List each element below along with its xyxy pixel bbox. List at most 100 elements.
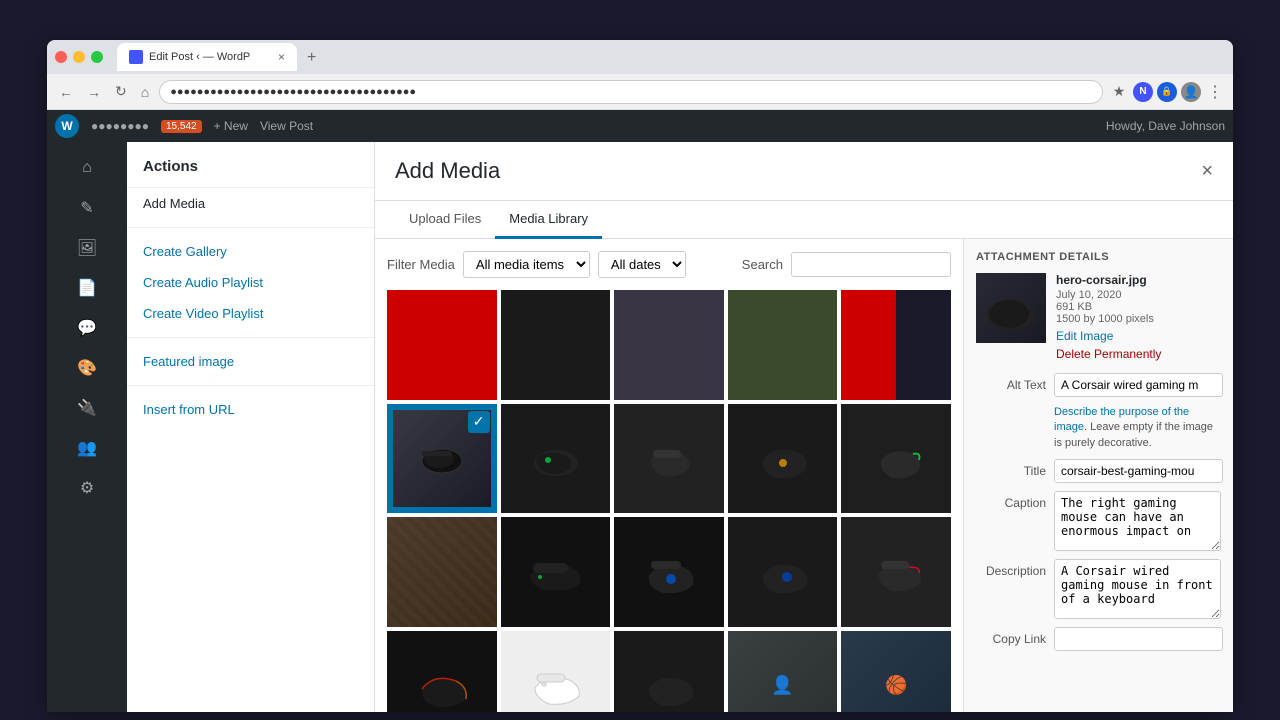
action-divider-2 (127, 337, 374, 338)
media-item[interactable] (614, 631, 724, 712)
caption-label: Caption (976, 491, 1046, 510)
media-item[interactable] (387, 517, 497, 627)
refresh-button[interactable]: ↻ (111, 81, 131, 102)
wp-logo[interactable]: W (55, 114, 79, 138)
placeholder-1 (387, 290, 497, 400)
comments-count[interactable]: 15,542 (161, 120, 202, 133)
media-item[interactable] (728, 404, 838, 514)
new-tab-button[interactable]: + (299, 45, 324, 71)
media-item[interactable] (387, 631, 497, 712)
wp-bar-right: Howdy, Dave Johnson (1106, 119, 1225, 133)
new-post-button[interactable]: + New (214, 119, 248, 133)
actions-title: Actions (127, 158, 374, 188)
bitwarden-icon[interactable]: 🔒 (1157, 82, 1177, 102)
media-item[interactable] (501, 631, 611, 712)
address-bar[interactable] (159, 80, 1103, 104)
caption-row: Caption The right gaming mouse can have … (976, 491, 1221, 551)
media-grid: ✓ (387, 290, 951, 712)
featured-image-link[interactable]: Featured image (127, 346, 374, 377)
placeholder-2 (501, 290, 611, 400)
alt-text-row: Alt Text (976, 373, 1221, 397)
selected-checkmark: ✓ (468, 411, 490, 433)
media-item[interactable] (614, 404, 724, 514)
media-item[interactable] (728, 517, 838, 627)
media-item[interactable] (614, 290, 724, 400)
modal-container: Actions Add Media Create Gallery Create … (127, 142, 1233, 712)
media-item[interactable] (501, 517, 611, 627)
description-row: Description A Corsair wired gaming mouse… (976, 559, 1221, 619)
sidebar-icon-dashboard[interactable]: ⌂ (69, 150, 105, 186)
maximize-window-button[interactable] (91, 51, 103, 63)
user-icon[interactable]: 👤 (1181, 82, 1201, 102)
home-button[interactable]: ⌂ (137, 82, 153, 102)
caption-textarea[interactable]: The right gaming mouse can have an enorm… (1054, 491, 1221, 551)
modal-close-button[interactable]: × (1201, 160, 1213, 183)
att-filename: hero-corsair.jpg (1056, 273, 1221, 287)
modal-header: Add Media × (375, 142, 1233, 201)
alt-text-input[interactable] (1054, 373, 1223, 397)
sidebar-icon-settings[interactable]: ⚙ (69, 470, 105, 506)
media-item[interactable] (387, 290, 497, 400)
tab-upload-files[interactable]: Upload Files (395, 201, 495, 239)
media-item[interactable] (501, 290, 611, 400)
create-gallery-link[interactable]: Create Gallery (127, 236, 374, 267)
sidebar-icon-plugins[interactable]: 🔌 (69, 390, 105, 426)
create-video-playlist-link[interactable]: Create Video Playlist (127, 298, 374, 329)
sidebar-icon-pages[interactable]: 📄 (69, 270, 105, 306)
copy-link-label: Copy Link (976, 627, 1046, 646)
menu-icon[interactable]: ⋮ (1205, 82, 1225, 102)
delete-permanently-link[interactable]: Delete Permanently (1056, 347, 1221, 361)
media-item[interactable] (841, 404, 951, 514)
sidebar-icon-users[interactable]: 👥 (69, 430, 105, 466)
wp-sidebar: ⌂ ✎ 🖼 📄 💬 🎨 🔌 👥 ⚙ (47, 142, 127, 712)
back-button[interactable]: ← (55, 82, 77, 102)
title-input[interactable] (1054, 459, 1223, 483)
minimize-window-button[interactable] (73, 51, 85, 63)
add-media-link[interactable]: Add Media (127, 188, 374, 219)
media-grid-area[interactable]: Filter Media All media items All dates S… (375, 239, 963, 712)
tab-close-button[interactable]: × (278, 50, 285, 64)
extensions-icon[interactable]: N (1133, 82, 1153, 102)
media-item-selected[interactable]: ✓ (387, 404, 497, 514)
media-type-filter[interactable]: All media items (463, 251, 590, 278)
date-filter[interactable]: All dates (598, 251, 686, 278)
modal-title: Add Media (395, 158, 500, 184)
attachment-details-panel: ATTACHMENT DETAILS (963, 239, 1233, 712)
sidebar-icon-comments[interactable]: 💬 (69, 310, 105, 346)
add-media-modal: Add Media × Upload Files Media Library (375, 142, 1233, 712)
media-item[interactable] (614, 517, 724, 627)
sidebar-icon-posts[interactable]: ✎ (69, 190, 105, 226)
media-item[interactable] (501, 404, 611, 514)
forward-button[interactable]: → (83, 82, 105, 102)
description-textarea[interactable]: A Corsair wired gaming mouse in front of… (1054, 559, 1221, 619)
media-item[interactable]: 🏀 (841, 631, 951, 712)
bookmark-icon[interactable]: ★ (1109, 82, 1129, 102)
media-item[interactable] (841, 517, 951, 627)
tab-favicon (129, 50, 143, 64)
action-divider-1 (127, 227, 374, 228)
copy-link-input[interactable] (1054, 627, 1223, 651)
browser-tab-active[interactable]: Edit Post ‹ — WordP × (117, 43, 297, 71)
insert-from-url-link[interactable]: Insert from URL (127, 394, 374, 425)
view-post-link[interactable]: View Post (260, 119, 313, 133)
media-item[interactable]: 👤 (728, 631, 838, 712)
close-window-button[interactable] (55, 51, 67, 63)
main-area: Actions Add Media Create Gallery Create … (127, 142, 1233, 712)
search-input[interactable] (791, 252, 951, 277)
alt-desc-link[interactable]: Describe the purpose of the image (1054, 406, 1189, 433)
browser-titlebar: Edit Post ‹ — WordP × + (47, 40, 1233, 74)
sidebar-icon-appearance[interactable]: 🎨 (69, 350, 105, 386)
edit-image-link[interactable]: Edit Image (1056, 329, 1221, 343)
modal-tabs: Upload Files Media Library (375, 201, 1233, 239)
create-audio-playlist-link[interactable]: Create Audio Playlist (127, 267, 374, 298)
filter-bar: Filter Media All media items All dates S… (387, 251, 951, 278)
action-divider-3 (127, 385, 374, 386)
copy-link-row: Copy Link (976, 627, 1221, 651)
alt-text-note: Describe the purpose of the image. Leave… (1054, 405, 1221, 451)
tab-media-library[interactable]: Media Library (495, 201, 602, 239)
media-item[interactable] (841, 290, 951, 400)
media-item[interactable] (728, 290, 838, 400)
sidebar-icon-media[interactable]: 🖼 (69, 230, 105, 266)
wp-content: ⌂ ✎ 🖼 📄 💬 🎨 🔌 👥 ⚙ Actions Add Media Crea… (47, 142, 1233, 712)
site-name[interactable]: ●●●●●●●● (91, 119, 149, 133)
